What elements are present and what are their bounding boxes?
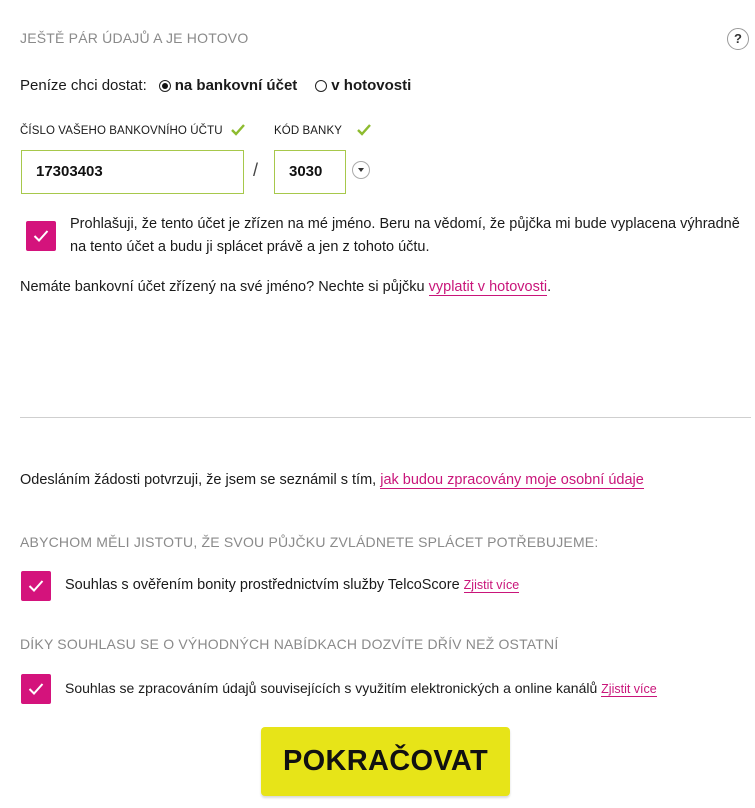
radio-cash[interactable]: v hotovosti	[315, 77, 411, 94]
page-title: JEŠTĚ PÁR ÚDAJŮ A JE HOTOVO	[20, 30, 249, 46]
no-account-suffix: .	[547, 279, 552, 295]
checkmark-icon	[28, 683, 44, 695]
bank-code-dropdown-icon[interactable]	[352, 161, 370, 179]
continue-button[interactable]: POKRAČOVAT	[261, 727, 510, 796]
checkmark-icon	[28, 580, 44, 592]
account-number-label: ČÍSLO VAŠEHO BANKOVNÍHO ÚČTU	[20, 125, 223, 137]
section-divider	[20, 417, 751, 418]
valid-check-icon	[357, 124, 371, 136]
account-number-input[interactable]: 17303403	[21, 150, 244, 194]
marketing-consent: Souhlas se zpracováním údajů související…	[65, 677, 755, 701]
marketing-more-link[interactable]: Zjistit více	[601, 682, 657, 697]
telcoscore-text: Souhlas s ověřením bonity prostřednictví…	[65, 577, 464, 593]
no-account-text: Nemáte bankovní účet zřízený na své jmén…	[20, 279, 429, 295]
privacy-link[interactable]: jak budou zpracovány moje osobní údaje	[380, 472, 644, 489]
offers-section-title: DÍKY SOUHLASU SE O VÝHODNÝCH NABÍDKACH D…	[20, 636, 559, 652]
bank-code-input[interactable]: 3030	[274, 150, 346, 194]
scoring-section-title: ABYCHOM MĚLI JISTOTU, ŽE SVOU PŮJČKU ZVL…	[20, 534, 599, 550]
payout-method-group: Peníze chci dostat: na bankovní účet v h…	[20, 77, 411, 94]
bank-code-label: KÓD BANKY	[274, 125, 343, 137]
radio-bank-account[interactable]: na bankovní účet	[158, 77, 298, 94]
telcoscore-checkbox[interactable]	[21, 571, 51, 601]
valid-check-icon	[231, 124, 245, 136]
radio-checked-icon	[158, 79, 171, 92]
account-separator: /	[253, 160, 259, 180]
declaration-checkbox[interactable]	[26, 221, 56, 251]
consent-text: Odesláním žádosti potvrzuji, že jsem se …	[20, 472, 381, 488]
radio-unchecked-icon	[315, 79, 328, 92]
help-button[interactable]: ?	[727, 28, 749, 50]
radio-label: v hotovosti	[331, 77, 412, 94]
telcoscore-consent: Souhlas s ověřením bonity prostřednictví…	[65, 574, 520, 597]
radio-label: na bankovní účet	[174, 77, 298, 94]
checkmark-icon	[33, 230, 49, 242]
marketing-text: Souhlas se zpracováním údajů související…	[65, 680, 602, 696]
privacy-consent-note: Odesláním žádosti potvrzuji, že jsem se …	[20, 469, 644, 492]
payout-prompt: Peníze chci dostat:	[20, 77, 147, 94]
no-account-note: Nemáte bankovní účet zřízený na své jmén…	[20, 276, 551, 299]
telcoscore-more-link[interactable]: Zjistit více	[463, 578, 520, 593]
cash-payout-link[interactable]: vyplatit v hotovosti	[428, 279, 548, 296]
declaration-text: Prohlašuji, že tento účet je zřízen na m…	[70, 216, 740, 255]
marketing-checkbox[interactable]	[21, 674, 51, 704]
